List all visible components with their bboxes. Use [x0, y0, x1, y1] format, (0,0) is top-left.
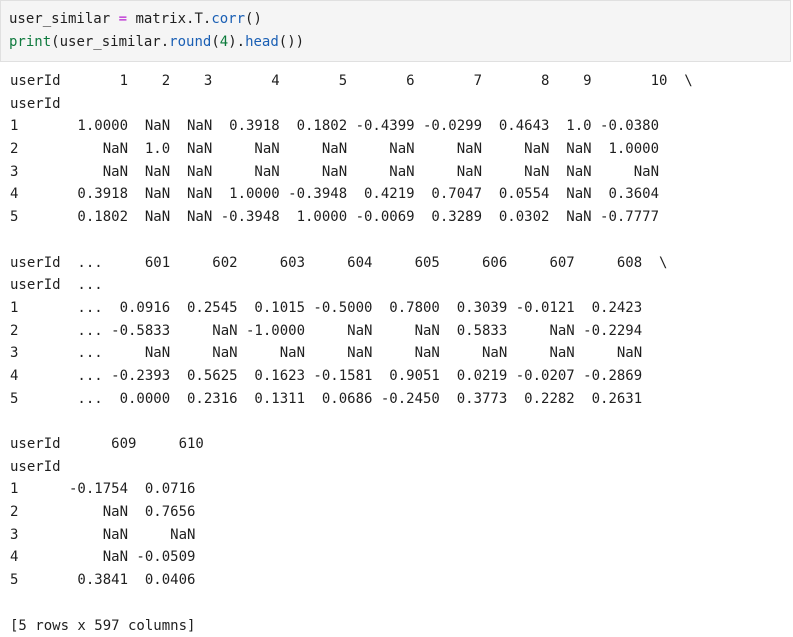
code-token-variable: user_similar — [9, 11, 119, 27]
output-line: 1 -0.1754 0.0716 — [10, 478, 693, 501]
output-line: 4 NaN -0.0509 — [10, 546, 693, 569]
code-token-assign-operator: = — [119, 11, 127, 27]
output-line: 4 0.3918 NaN NaN 1.0000 -0.3948 0.4219 0… — [10, 183, 693, 206]
output-line: userId ... 601 602 603 604 605 606 607 6… — [10, 252, 693, 275]
output-line: [5 rows x 597 columns] — [10, 615, 693, 637]
code-line-2[interactable]: print(user_similar.round(4).head()) — [9, 31, 304, 53]
output-line: 2 NaN 0.7656 — [10, 501, 693, 524]
output-line: 5 0.1802 NaN NaN -0.3948 1.0000 -0.0069 … — [10, 206, 693, 229]
output-line — [10, 592, 693, 615]
code-token-closing-parens: ()) — [279, 34, 304, 50]
code-token-call-parens: () — [245, 11, 262, 27]
output-line: userId 609 610 — [10, 433, 693, 456]
code-token-number: 4 — [220, 34, 228, 50]
output-line: userId — [10, 456, 693, 479]
output-line: 5 ... 0.0000 0.2316 0.1311 0.0686 -0.245… — [10, 388, 693, 411]
code-token-dot: ). — [228, 34, 245, 50]
output-line: 3 NaN NaN — [10, 524, 693, 547]
output-line — [10, 410, 693, 433]
output-line: 3 ... NaN NaN NaN NaN NaN NaN NaN NaN — [10, 342, 693, 365]
output-line: 2 NaN 1.0 NaN NaN NaN NaN NaN NaN NaN 1.… — [10, 138, 693, 161]
output-line: 1 1.0000 NaN NaN 0.3918 0.1802 -0.4399 -… — [10, 115, 693, 138]
output-line — [10, 229, 693, 252]
output-line: 4 ... -0.2393 0.5625 0.1623 -0.1581 0.90… — [10, 365, 693, 388]
output-line: userId 1 2 3 4 5 6 7 8 9 10 \ — [10, 70, 693, 93]
code-token-argument: (user_similar. — [51, 34, 169, 50]
output-line: userId ... — [10, 274, 693, 297]
output-line: userId — [10, 93, 693, 116]
output-line: 3 NaN NaN NaN NaN NaN NaN NaN NaN NaN Na… — [10, 161, 693, 184]
code-token-paren: ( — [211, 34, 219, 50]
output-line: 5 0.3841 0.0406 — [10, 569, 693, 592]
output-line: 1 ... 0.0916 0.2545 0.1015 -0.5000 0.780… — [10, 297, 693, 320]
code-token-expression: matrix.T. — [127, 11, 211, 27]
code-line-1[interactable]: user_similar = matrix.T.corr() — [9, 8, 262, 30]
code-token-print-builtin: print — [9, 34, 51, 50]
code-cell[interactable]: user_similar = matrix.T.corr() print(use… — [0, 0, 791, 62]
code-token-head-method: head — [245, 34, 279, 50]
code-token-corr-method: corr — [211, 11, 245, 27]
cell-output: userId 1 2 3 4 5 6 7 8 9 10 \userId1 1.0… — [10, 70, 693, 637]
code-token-round-method: round — [169, 34, 211, 50]
output-line: 2 ... -0.5833 NaN -1.0000 NaN NaN 0.5833… — [10, 320, 693, 343]
